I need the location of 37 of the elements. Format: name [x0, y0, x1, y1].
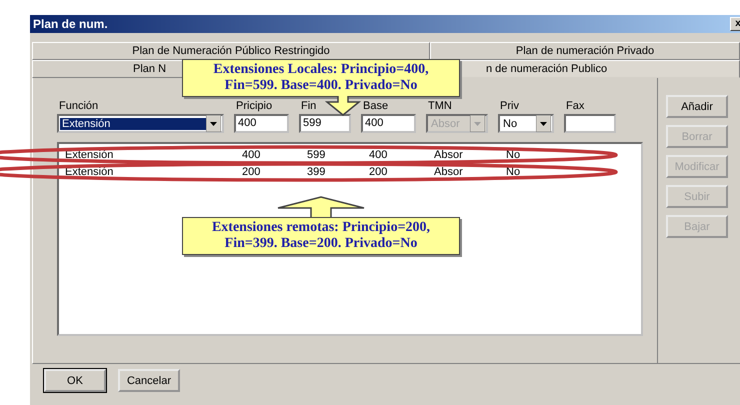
input-field[interactable]: 400	[234, 114, 289, 133]
input-field[interactable]: 400	[361, 114, 416, 133]
side-button[interactable]: Añadir	[666, 95, 728, 118]
dropdown-arrow-icon	[206, 115, 221, 132]
list-cell-text: No	[505, 165, 522, 180]
callout-tooltip: Extensiones Locales: Principio=400, Fin=599. Base=400. Privado=No	[182, 59, 460, 97]
list-cell-text: Extensión	[64, 165, 114, 180]
list-cell-text: 599	[306, 148, 326, 163]
field-label: TMN	[427, 100, 453, 112]
callout-arrow	[325, 96, 361, 116]
dialog-button[interactable]: Cancelar	[118, 369, 180, 392]
field-label: Fax	[565, 100, 586, 112]
field-label: Base	[362, 100, 390, 112]
list-cell-text: Absor	[433, 165, 464, 180]
tab[interactable]: Plan de numeración Privado	[430, 42, 740, 60]
callout-tooltip: Extensiones remotas: Principio=200, Fin=399. Base=200. Privado=No	[182, 217, 460, 255]
field-label: Fin	[300, 100, 318, 112]
field-label: Pricipio	[235, 100, 274, 112]
dropdown[interactable]: Extensión	[57, 114, 224, 133]
list-cell-text: 399	[306, 165, 326, 180]
list-cell-text: 400	[241, 148, 262, 163]
dropdown-arrow-icon	[536, 115, 551, 132]
list-cell-text: 200	[241, 165, 262, 180]
input-field[interactable]	[564, 114, 616, 133]
list-cell-text: 200	[368, 165, 388, 180]
list-cell-text: Absor	[433, 148, 464, 163]
dialog-button[interactable]: OK	[44, 369, 106, 392]
field-label: Función	[58, 100, 100, 112]
list-cell-text: 400	[368, 148, 388, 163]
input-field[interactable]: 599	[299, 114, 351, 133]
tab[interactable]: Plan de Numeración Público Restringido	[32, 42, 430, 60]
window-title: Plan de num.	[33, 17, 108, 31]
list-cell-text: No	[505, 148, 522, 163]
list-cell-text: Extensión	[64, 148, 114, 163]
dropdown-arrow-icon	[470, 115, 485, 132]
field-label: Priv	[499, 100, 520, 112]
dropdown[interactable]: No	[498, 114, 554, 133]
